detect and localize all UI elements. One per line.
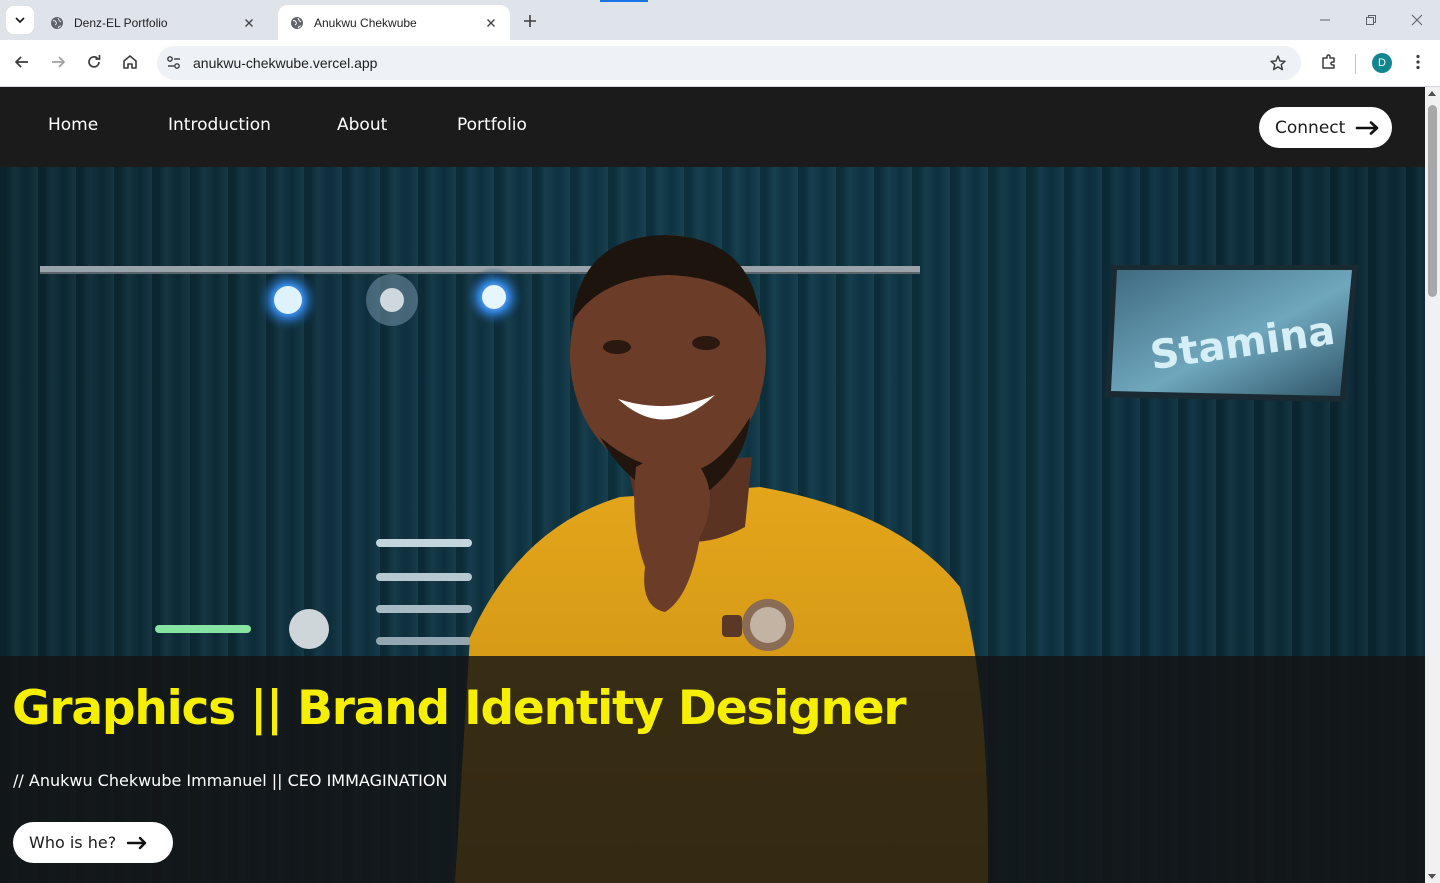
browser-toolbar: anukwu-chekwube.vercel.app D [0, 40, 1440, 87]
who-is-he-button[interactable]: Who is he? [13, 822, 173, 863]
more-menu-icon[interactable] [1408, 52, 1428, 72]
nav-link-home[interactable]: Home [48, 115, 98, 135]
scroll-down-arrow-icon[interactable] [1428, 874, 1436, 879]
stage-screen: Stamina [1105, 265, 1358, 402]
scroll-up-arrow-icon[interactable] [1428, 91, 1436, 96]
hero-headline: Graphics || Brand Identity Designer [12, 681, 907, 736]
stage-lights [256, 267, 524, 332]
home-icon[interactable] [120, 52, 140, 72]
who-is-he-button-label: Who is he? [29, 833, 117, 852]
close-icon[interactable] [484, 16, 498, 30]
chevron-down-icon [15, 17, 25, 23]
hero-subline: // Anukwu Chekwube Immanuel || CEO IMMAG… [13, 771, 448, 790]
window-close-icon[interactable] [1409, 12, 1425, 28]
hero-section: Stamina Graphics || Brand Identity Desig… [0, 167, 1425, 883]
nav-link-portfolio[interactable]: Portfolio [457, 115, 527, 135]
address-bar[interactable]: anukwu-chekwube.vercel.app [157, 46, 1301, 80]
browser-tabstrip: Denz-EL Portfolio Anukwu Chekwube [0, 0, 1440, 40]
connect-button[interactable]: Connect [1259, 107, 1392, 148]
bookmark-star-icon[interactable] [1269, 54, 1287, 72]
tab-title: Anukwu Chekwube [314, 15, 417, 30]
connect-button-label: Connect [1275, 117, 1346, 138]
nav-link-introduction[interactable]: Introduction [168, 115, 271, 135]
site-navbar: Home Introduction About Portfolio Connec… [0, 87, 1425, 167]
reload-icon[interactable] [84, 52, 104, 72]
profile-avatar[interactable]: D [1372, 53, 1392, 73]
page-scrollbar[interactable] [1425, 87, 1440, 883]
forward-arrow-icon[interactable] [48, 52, 68, 72]
minimize-icon[interactable] [1317, 12, 1333, 28]
back-arrow-icon[interactable] [12, 52, 32, 72]
globe-icon [291, 16, 303, 29]
new-tab-icon[interactable] [520, 11, 540, 31]
arrow-right-icon [126, 836, 147, 849]
url-text: anukwu-chekwube.vercel.app [193, 55, 378, 71]
nav-link-about[interactable]: About [337, 115, 387, 135]
browser-tab-anukwu[interactable]: Anukwu Chekwube [278, 5, 510, 40]
tab-search-button[interactable] [6, 6, 34, 34]
scrollbar-thumb[interactable] [1428, 105, 1437, 297]
restore-icon[interactable] [1363, 12, 1379, 28]
close-icon[interactable] [242, 16, 256, 30]
site-settings-icon[interactable] [165, 54, 183, 72]
page-viewport: Home Introduction About Portfolio Connec… [0, 87, 1425, 883]
tab-loading-indicator [600, 0, 648, 2]
extensions-icon[interactable] [1319, 52, 1339, 72]
stage-steps [155, 539, 472, 649]
arrow-right-icon [1355, 120, 1379, 135]
toolbar-divider [1355, 54, 1356, 74]
tab-title: Denz-EL Portfolio [74, 15, 168, 30]
browser-tab-denz-el[interactable]: Denz-EL Portfolio [38, 5, 268, 40]
globe-icon [51, 16, 63, 29]
